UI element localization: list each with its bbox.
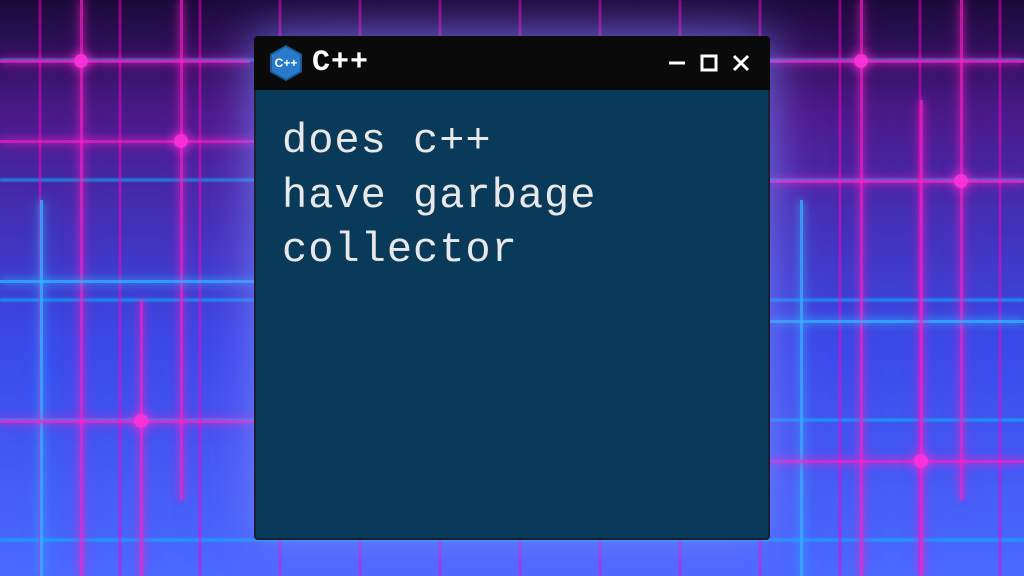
terminal-window: C++ C++ does c++ have garbage collector (254, 36, 770, 540)
minimize-button[interactable] (664, 50, 690, 76)
close-button[interactable] (728, 50, 754, 76)
maximize-button[interactable] (696, 50, 722, 76)
window-controls (664, 50, 754, 76)
window-title: C++ (312, 46, 654, 80)
terminal-content: does c++ have garbage collector (254, 90, 770, 302)
cpp-icon: C++ (270, 45, 302, 81)
titlebar[interactable]: C++ C++ (254, 36, 770, 90)
